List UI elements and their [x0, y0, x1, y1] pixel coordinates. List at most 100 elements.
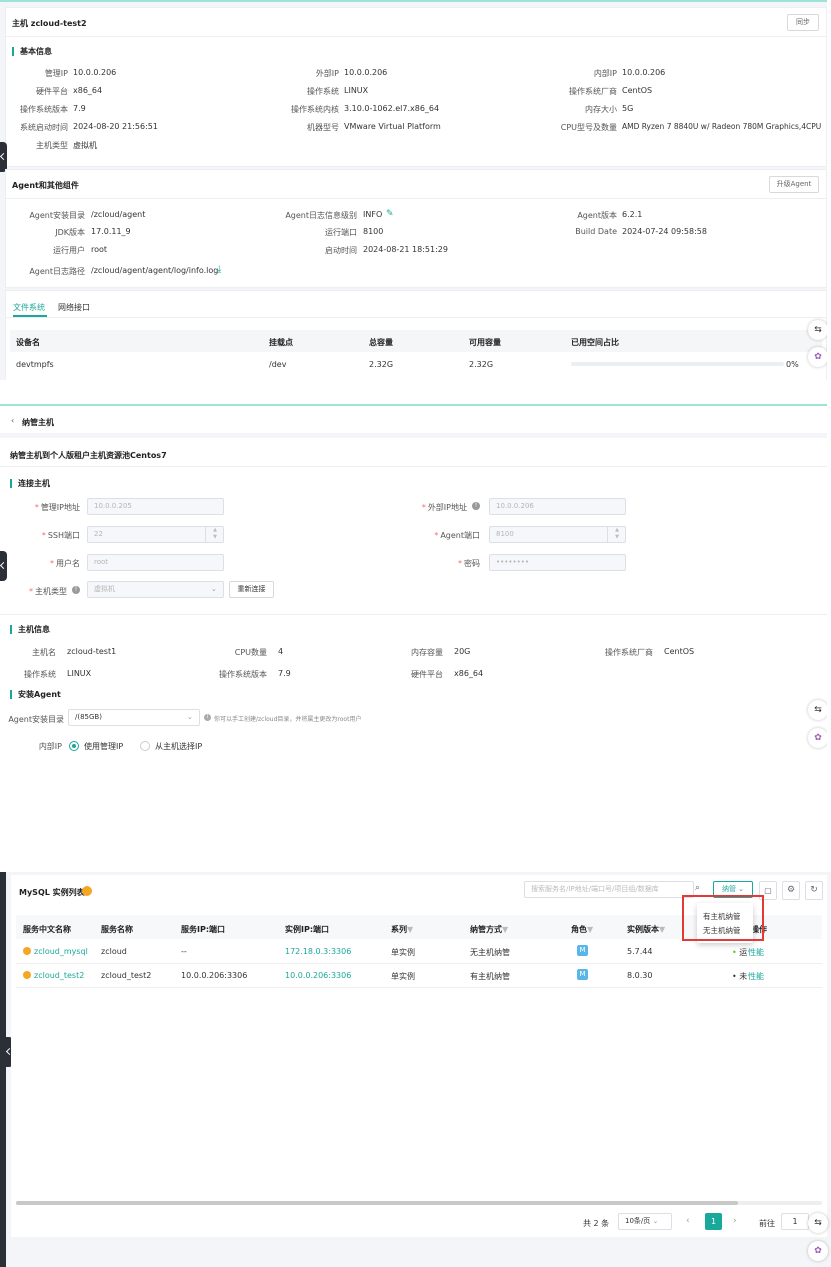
mysql-list-title: MySQL 实例列表: [19, 888, 85, 897]
boot-time-value: 2024-08-20 21:56:51: [73, 122, 158, 131]
search-icon[interactable]: ⌕: [695, 883, 700, 893]
col-role: 角色▼: [571, 925, 594, 934]
row-series: 单实例: [391, 948, 415, 957]
fs-usage-bar: [571, 362, 784, 366]
mysql-list-card: MySQL 实例列表 搜索服务名/IP地址/端口号/项目组/数据库 ⌕ 纳管 ⌄…: [11, 875, 827, 1237]
host-type-select[interactable]: 虚拟机: [87, 581, 224, 598]
translate-icon[interactable]: ⇆: [808, 700, 827, 720]
fs-row-device: devtmpfs: [16, 360, 54, 369]
fs-row-total: 2.32G: [369, 360, 394, 369]
next-page-icon[interactable]: ›: [733, 1216, 737, 1226]
sidebar-toggle[interactable]: [0, 142, 7, 172]
install-dir-select[interactable]: /(85GB): [68, 709, 200, 726]
row-cn-name-link[interactable]: zcloud_test2: [34, 971, 84, 980]
kernel-value: 3.10.0-1062.el7.x86_64: [344, 104, 440, 113]
sync-button[interactable]: 同步: [787, 14, 819, 31]
os-label: 操作系统: [24, 670, 56, 679]
refresh-icon[interactable]: ↻: [805, 881, 823, 900]
agent-dir-value: /zcloud/agent: [91, 210, 146, 219]
page-size-select[interactable]: 10条/页 ⌄: [618, 1213, 672, 1230]
assistant-icon[interactable]: ✿: [808, 347, 827, 367]
back-icon[interactable]: ‹: [11, 416, 14, 425]
download-icon[interactable]: ⤓: [217, 264, 221, 275]
upgrade-agent-button[interactable]: 升级Agent: [769, 176, 819, 193]
os-value: LINUX: [344, 86, 369, 95]
horizontal-scrollbar[interactable]: [16, 1201, 822, 1205]
ssh-port-stepper[interactable]: 22: [87, 526, 224, 543]
build-date-value: 2024-07-24 09:58:58: [622, 227, 707, 236]
back-label[interactable]: 纳管主机: [22, 417, 54, 428]
internal-ip-label: 内部IP: [593, 69, 617, 78]
radio-select-ip-label[interactable]: 从主机选择IP: [155, 741, 202, 752]
row-cn-name-link[interactable]: zcloud_mysql: [34, 947, 88, 956]
radio-unselected[interactable]: [140, 741, 150, 751]
host-detail-panel: 主机 zcloud-test2 同步 基本信息 管理IP 10.0.0.206 …: [0, 0, 827, 380]
agent-port-stepper[interactable]: 8100: [489, 526, 626, 543]
warning-icon: [23, 947, 31, 955]
hostname-label: 主机名: [32, 648, 56, 657]
row-name: zcloud: [101, 947, 127, 956]
role-badge: M: [577, 945, 588, 956]
basic-info-card: 主机 zcloud-test2 同步 基本信息 管理IP 10.0.0.206 …: [5, 7, 827, 167]
translate-icon[interactable]: ⇆: [808, 320, 827, 340]
info-icon: i: [204, 714, 211, 721]
build-date-label: Build Date: [575, 227, 617, 236]
cpu-count-label: CPU数量: [234, 648, 267, 657]
reconnect-button[interactable]: 重新连接: [229, 581, 274, 598]
fs-table-header: [10, 330, 822, 352]
page-button-current[interactable]: 1: [705, 1213, 722, 1230]
edit-icon[interactable]: ✎: [386, 209, 394, 219]
agent-port-label: * Agent端口: [434, 531, 480, 540]
jdk-value: 17.0.11_9: [91, 227, 131, 236]
external-ip-label: 外部IP: [315, 69, 339, 78]
username-input[interactable]: root: [87, 554, 224, 571]
os-vendor-value: CentOS: [664, 647, 695, 656]
run-user-label: 运行用户: [53, 246, 85, 255]
tab-filesystem[interactable]: 文件系统: [13, 302, 45, 313]
chevron-down-icon: ⌄: [211, 585, 217, 593]
mysql-list-panel: MySQL 实例列表 搜索服务名/IP地址/端口号/项目组/数据库 ⌕ 纳管 ⌄…: [0, 872, 831, 1267]
row-status: • 运: [732, 948, 748, 957]
search-input[interactable]: 搜索服务名/IP地址/端口号/项目组/数据库: [524, 881, 694, 898]
host-title: 主机 zcloud-test2: [12, 19, 87, 28]
hardware-value: x86_64: [454, 669, 484, 678]
host-info-section-title: 主机信息: [10, 625, 50, 634]
external-ip-input[interactable]: 10.0.0.206: [489, 498, 626, 515]
row-action-link[interactable]: 性能: [748, 971, 764, 982]
agent-version-label: Agent版本: [577, 211, 617, 220]
scrollbar-thumb[interactable]: [16, 1201, 738, 1205]
stepper-arrows-icon[interactable]: ▲ ▼: [607, 527, 626, 542]
tab-network[interactable]: 网络接口: [58, 302, 90, 313]
password-input[interactable]: ••••••••: [489, 554, 626, 571]
cpu-value: AMD Ryzen 7 8840U w/ Radeon 780M Graphic…: [622, 122, 822, 131]
prev-page-icon[interactable]: ‹: [686, 1216, 690, 1226]
fs-col-total: 总容量: [369, 338, 393, 347]
install-dir-label: Agent安装目录: [8, 715, 64, 724]
assistant-icon[interactable]: ✿: [808, 728, 827, 748]
stepper-arrows-icon[interactable]: ▲ ▼: [205, 527, 224, 542]
mgmt-ip-input[interactable]: 10.0.0.205: [87, 498, 224, 515]
row-status: • 未: [732, 972, 748, 981]
sidebar-toggle[interactable]: [0, 551, 7, 581]
radio-selected[interactable]: [69, 741, 79, 751]
fs-col-free: 可用容量: [469, 338, 501, 347]
cpu-label: CPU型号及数量: [560, 123, 617, 132]
internal-ip-value: 10.0.0.206: [622, 68, 666, 77]
settings-gear-icon[interactable]: ⚙: [782, 881, 800, 900]
row-version: 8.0.30: [627, 971, 653, 980]
pagination-total: 共 2 条: [583, 1219, 610, 1228]
memory-value: 5G: [622, 104, 634, 113]
fs-col-device: 设备名: [16, 338, 40, 347]
row-series: 单实例: [391, 972, 415, 981]
username-label: * 用户名: [50, 559, 80, 568]
os-version-value: 7.9: [73, 104, 86, 113]
row-instance-ip-link[interactable]: 172.18.0.3:3306: [285, 947, 351, 956]
goto-page-input[interactable]: 1: [781, 1213, 809, 1230]
row-action-link[interactable]: 性能: [748, 947, 764, 958]
assistant-icon[interactable]: ✿: [808, 1241, 828, 1261]
fs-row-free: 2.32G: [469, 360, 494, 369]
translate-icon[interactable]: ⇆: [808, 1213, 828, 1233]
row-instance-ip-link[interactable]: 10.0.0.206:3306: [285, 971, 351, 980]
os-version-label: 操作系统版本: [20, 105, 68, 114]
radio-use-mgmt-ip-label[interactable]: 使用管理IP: [84, 741, 123, 752]
